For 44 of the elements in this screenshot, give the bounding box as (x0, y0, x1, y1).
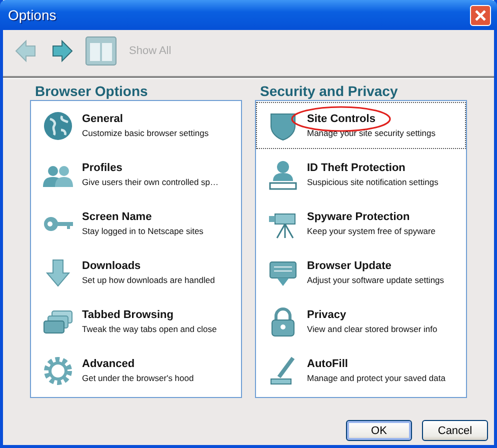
option-item[interactable]: Privacy View and clear stored browser info (256, 298, 466, 345)
window-title: Options (8, 7, 56, 23)
option-description: Stay logged in to Netscape sites (82, 226, 204, 236)
option-item[interactable]: ID Theft Protection Suspicious site notification settings (256, 151, 466, 198)
option-description: Get under the browser's hood (82, 373, 194, 383)
option-item[interactable]: Downloads Set up how downloads are handled (31, 249, 241, 296)
section-heading: Browser Options (34, 83, 149, 100)
option-description: Tweak the way tabs open and close (82, 324, 217, 334)
option-title: AutoFill (307, 358, 349, 370)
dialog-button[interactable]: Cancel (422, 420, 488, 441)
option-item[interactable]: Profiles Give users their own controlled sp… (31, 151, 241, 198)
option-description: Keep your system free of spyware (307, 226, 436, 236)
option-description: Give users their own controlled sp… (82, 177, 219, 187)
option-description: Manage and protect your saved data (307, 373, 446, 383)
option-item[interactable]: Tabbed Browsing Tweak the way tabs open and close (31, 298, 241, 345)
option-description: Suspicious site notification settings (307, 177, 438, 187)
option-description: Set up how downloads are handled (82, 275, 215, 285)
option-title: Privacy (307, 309, 348, 321)
option-title: Screen Name (82, 211, 153, 223)
option-item[interactable]: General Customize basic browser settings (31, 102, 241, 149)
option-title: Browser Update (307, 260, 392, 272)
close-button[interactable] (470, 4, 491, 26)
section-heading: Security and Privacy (259, 83, 399, 100)
option-description: Customize basic browser settings (82, 128, 209, 138)
option-title: Spyware Protection (307, 211, 411, 223)
option-item[interactable]: Advanced Get under the browser's hood (31, 347, 241, 394)
option-title: Advanced (82, 358, 136, 370)
option-item[interactable]: Spyware Protection Keep your system free of spyware (256, 200, 466, 247)
option-title: Profiles (82, 162, 124, 174)
option-description: View and clear stored browser info (307, 324, 438, 334)
grid-window-icon (85, 36, 117, 66)
option-item[interactable]: Screen Name Stay logged in to Netscape sites (31, 200, 241, 247)
gear-icon (42, 354, 74, 386)
option-title: Site Controls (307, 113, 376, 125)
option-title: General (82, 113, 124, 125)
option-item[interactable]: AutoFill Manage and protect your saved data (256, 347, 466, 394)
globe-icon (42, 110, 74, 142)
option-title: Tabbed Browsing (82, 309, 174, 321)
option-title: Downloads (82, 260, 142, 272)
option-item[interactable]: Browser Update Adjust your software update settings (256, 249, 466, 296)
option-title: ID Theft Protection (307, 162, 406, 174)
close-icon (474, 8, 487, 22)
dialog-button[interactable]: OK (346, 420, 412, 441)
option-description: Adjust your software update settings (307, 275, 444, 285)
